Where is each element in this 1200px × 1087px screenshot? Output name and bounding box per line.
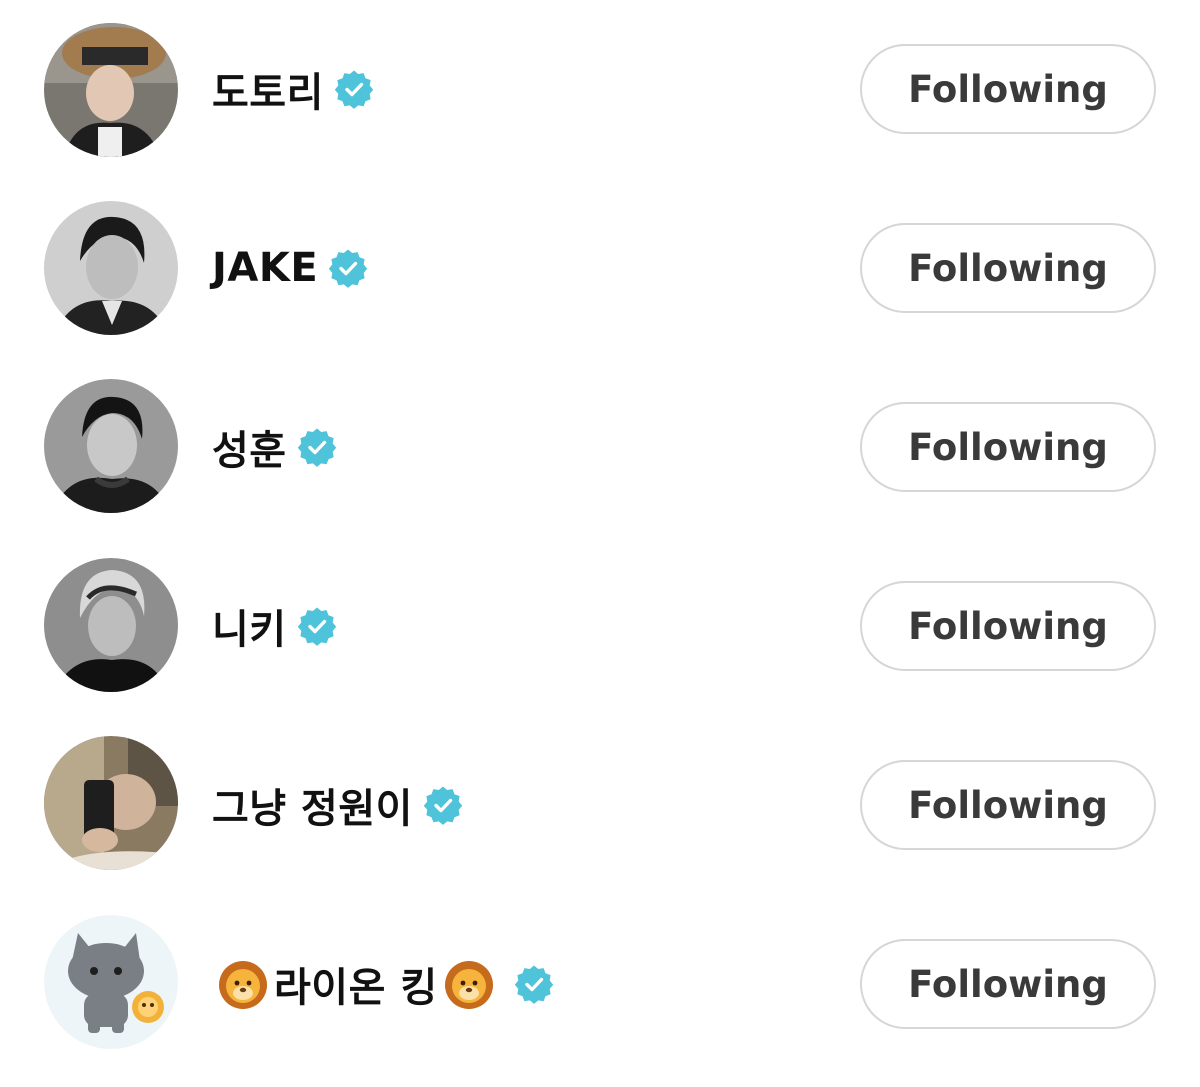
user-name-group: 라이온 킹 — [212, 954, 554, 1014]
lion-emoji-icon — [442, 957, 496, 1011]
user-row[interactable]: 성훈 Following — [0, 372, 1200, 522]
user-name-group: 도토리 — [212, 59, 374, 119]
verified-badge-icon — [334, 69, 374, 109]
user-name-group: 성훈 — [212, 417, 337, 477]
following-button[interactable]: Following — [860, 402, 1156, 492]
avatar[interactable] — [44, 558, 178, 692]
following-button[interactable]: Following — [860, 760, 1156, 850]
user-name[interactable]: 그냥 정원이 — [212, 776, 413, 834]
user-row[interactable]: 도토리 Following — [0, 14, 1200, 164]
user-name[interactable]: 성훈 — [212, 418, 287, 476]
avatar[interactable] — [44, 736, 178, 870]
avatar[interactable] — [44, 379, 178, 513]
user-name[interactable]: 도토리 — [212, 60, 324, 118]
verified-badge-icon — [297, 606, 337, 646]
user-row[interactable]: 니키 Following — [0, 551, 1200, 701]
following-button[interactable]: Following — [860, 581, 1156, 671]
user-name[interactable]: 라이온 킹 — [274, 955, 438, 1013]
user-row[interactable]: 라이온 킹 Following — [0, 909, 1200, 1059]
user-name-group: JAKE — [212, 238, 368, 298]
verified-badge-icon — [514, 964, 554, 1004]
following-button[interactable]: Following — [860, 44, 1156, 134]
user-row[interactable]: JAKE Following — [0, 193, 1200, 343]
avatar[interactable] — [44, 201, 178, 335]
verified-badge-icon — [423, 785, 463, 825]
user-name-group: 그냥 정원이 — [212, 775, 463, 835]
lion-emoji-icon — [216, 957, 270, 1011]
user-name-group: 니키 — [212, 596, 337, 656]
following-button[interactable]: Following — [860, 939, 1156, 1029]
verified-badge-icon — [328, 248, 368, 288]
following-button[interactable]: Following — [860, 223, 1156, 313]
user-row[interactable]: 그냥 정원이 Following — [0, 730, 1200, 880]
user-name[interactable]: JAKE — [212, 245, 318, 291]
verified-badge-icon — [297, 427, 337, 467]
avatar[interactable] — [44, 23, 178, 157]
avatar[interactable] — [44, 915, 178, 1049]
user-name[interactable]: 니키 — [212, 597, 287, 655]
